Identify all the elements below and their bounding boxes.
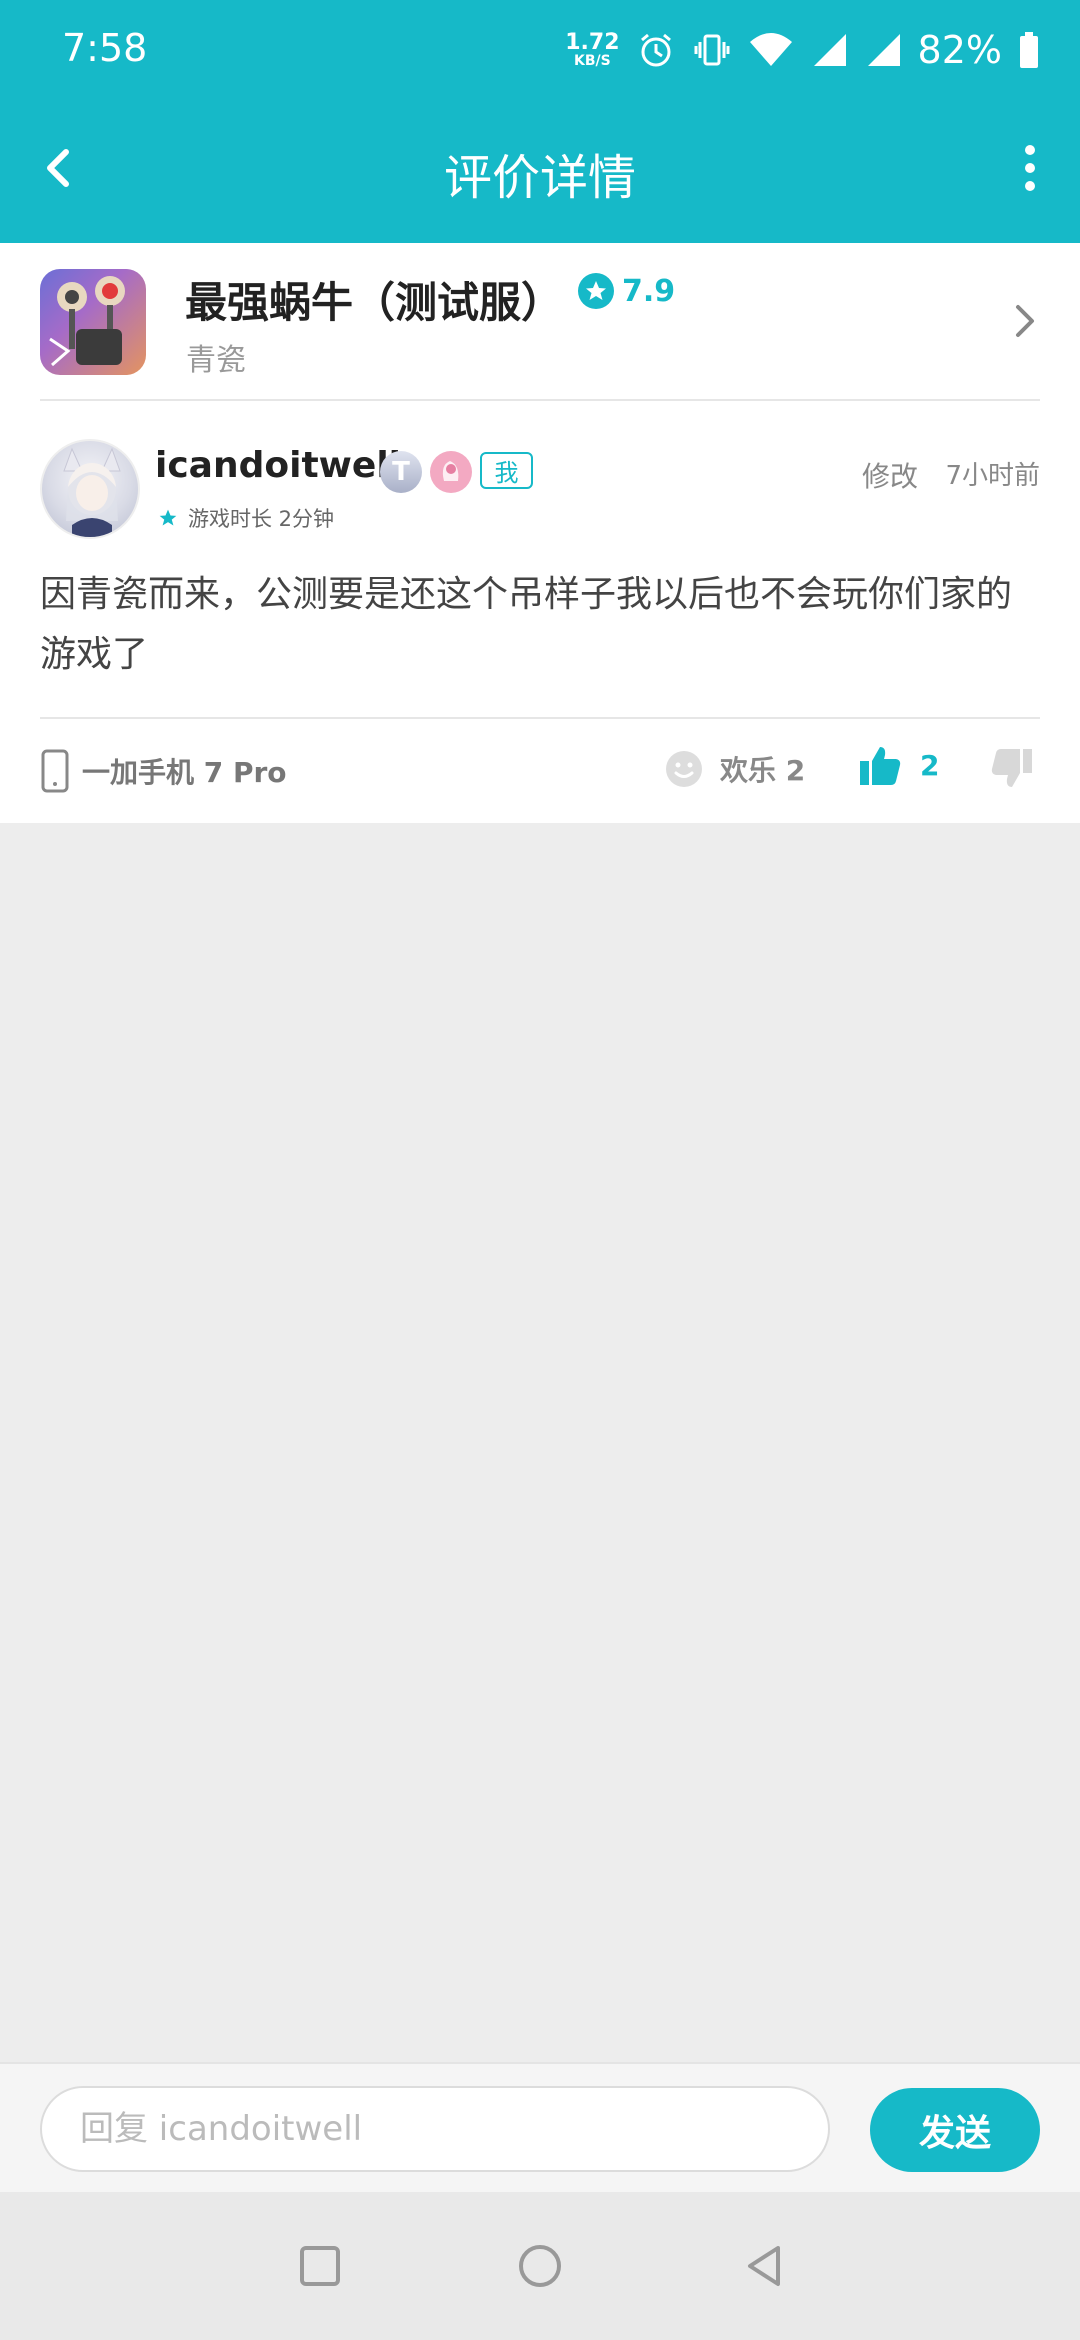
signal-icon-2 — [867, 34, 900, 66]
avatar-image — [63, 447, 121, 537]
alarm-icon — [640, 33, 671, 67]
edit-button[interactable]: 修改 — [862, 455, 918, 495]
divider — [40, 399, 1040, 401]
joy-button[interactable]: 欢乐 2 — [664, 749, 805, 789]
thumbs-up-icon — [860, 747, 901, 785]
review-text: 因青瓷而来，公测要是还这个吊样子我以后也不会玩你们家的游戏了 — [40, 574, 1013, 675]
fan-badge[interactable] — [430, 451, 472, 493]
status-bar: 7:58 1.72 KB/S 82% — [0, 0, 1080, 100]
dislike-button[interactable] — [990, 747, 1034, 795]
me-badge: 我 — [480, 452, 533, 489]
thumbs-down-icon — [991, 749, 1032, 787]
username[interactable]: icandoitwell — [155, 445, 401, 486]
like-button[interactable]: 2 — [858, 743, 939, 787]
more-options-button[interactable] — [1002, 136, 1058, 200]
snail-game-art — [49, 276, 125, 367]
app-bar: 评价详情 — [0, 100, 1080, 243]
triangle-back-icon — [748, 2246, 780, 2286]
game-icon[interactable] — [40, 269, 146, 375]
star-icon — [578, 273, 614, 309]
playtime: 游戏时长 2分钟 — [158, 503, 334, 533]
smiley-icon — [666, 751, 702, 787]
game-developer: 青瓷 — [186, 343, 246, 378]
status-icons: 1.72 KB/S 82% — [565, 22, 1040, 78]
more-vertical-icon — [1025, 145, 1035, 191]
battery-icon — [1020, 32, 1038, 68]
game-detail-link[interactable] — [1010, 301, 1040, 341]
divider — [40, 717, 1040, 719]
network-speed-unit: KB/S — [574, 53, 611, 69]
chevron-right-icon — [1016, 305, 1034, 337]
network-speed: 1.72 KB/S — [565, 30, 620, 69]
playtime-text: 游戏时长 2分钟 — [188, 507, 335, 531]
game-rating: 7.9 — [578, 273, 675, 309]
system-nav-bar — [0, 2192, 1080, 2340]
home-button[interactable] — [510, 2236, 570, 2296]
device-name: 一加手机 7 Pro — [82, 756, 287, 789]
signal-icon-1 — [813, 34, 846, 66]
rating-value: 7.9 — [622, 273, 676, 309]
star-icon — [159, 509, 177, 526]
phone-icon — [41, 749, 69, 793]
reply-bar: 发送 — [0, 2062, 1080, 2192]
battery-percent: 82% — [917, 28, 1002, 72]
square-icon — [300, 2246, 340, 2286]
device-info: 一加手机 7 Pro — [40, 749, 287, 793]
back-nav-button[interactable] — [734, 2236, 794, 2296]
circle-icon — [519, 2245, 561, 2287]
game-title[interactable]: 最强蜗牛（测试服） — [185, 269, 563, 330]
page-title: 评价详情 — [443, 150, 636, 206]
level-badge[interactable]: T — [380, 451, 422, 493]
reply-input[interactable] — [40, 2086, 830, 2172]
vibrate-icon — [694, 34, 730, 66]
review-card: 最强蜗牛（测试服） 7.9 青瓷 icandoitwell T 我 游戏时长 2… — [0, 243, 1080, 823]
like-count: 2 — [920, 748, 940, 782]
status-time: 7:58 — [62, 26, 148, 70]
network-speed-value: 1.72 — [565, 30, 620, 55]
fan-badge-icon — [442, 461, 459, 481]
avatar[interactable] — [40, 439, 140, 539]
timestamp: 7小时前 — [945, 461, 1040, 491]
wifi-icon — [749, 33, 792, 66]
recents-button[interactable] — [290, 2236, 350, 2296]
joy-label: 欢乐 2 — [720, 754, 806, 787]
send-button[interactable]: 发送 — [870, 2088, 1040, 2172]
